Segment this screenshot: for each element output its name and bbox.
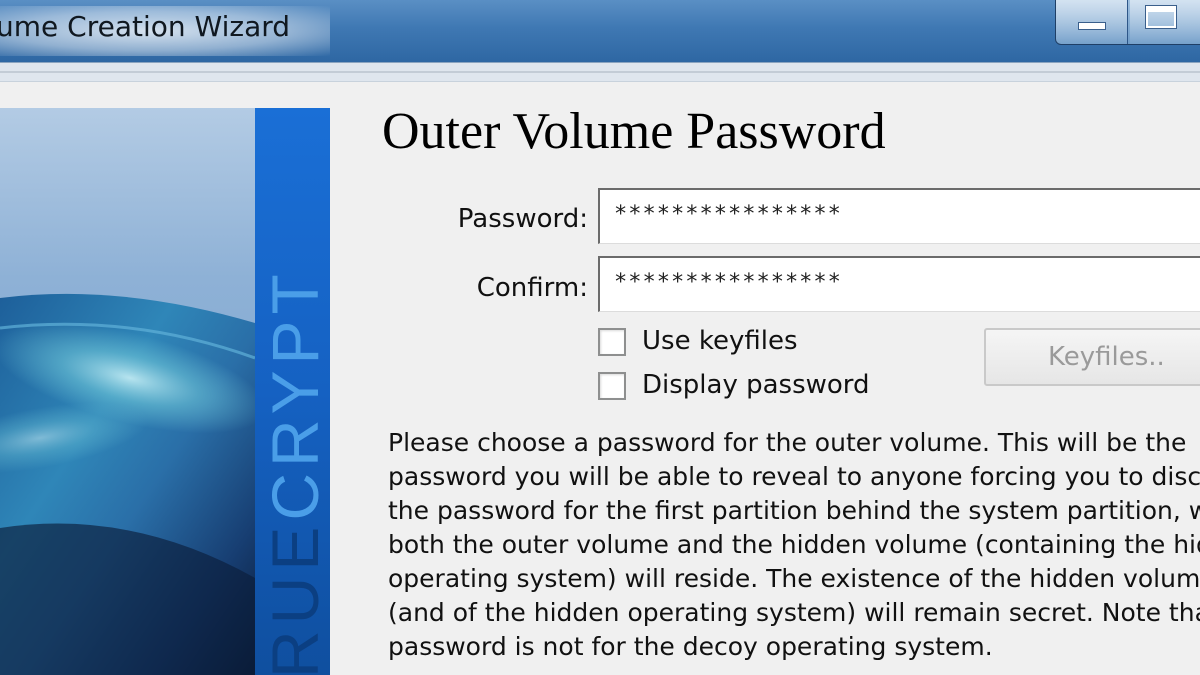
wizard-client-area: RUECRYPT Outer Volume Password Password:… xyxy=(0,82,1200,675)
description-text: Please choose a password for the outer v… xyxy=(388,426,1200,666)
description-line: (and of the hidden operating system) wil… xyxy=(388,598,1200,627)
description-line: both the outer volume and the hidden vol… xyxy=(388,530,1200,559)
minimize-icon xyxy=(1078,22,1106,30)
description-line: password is not for the decoy operating … xyxy=(388,632,993,661)
logo-text-dark: RUE xyxy=(258,520,330,675)
truecrypt-logo-text: RUECRYPT xyxy=(258,268,330,675)
keyfiles-button-label: Keyfiles.. xyxy=(1048,342,1165,372)
wizard-banner: RUECRYPT xyxy=(0,108,330,675)
banner-disc-image xyxy=(0,108,255,675)
page-title: Outer Volume Password xyxy=(382,103,886,160)
window-frame xyxy=(0,62,1200,82)
title-bar: ume Creation Wizard xyxy=(0,0,1200,62)
password-input[interactable]: **************** xyxy=(598,188,1200,244)
password-value: **************** xyxy=(614,202,842,227)
confirm-input[interactable]: **************** xyxy=(598,256,1200,312)
keyfiles-button[interactable]: Keyfiles.. xyxy=(984,328,1200,386)
description-line: operating system) will reside. The exist… xyxy=(388,564,1200,593)
minimize-button[interactable] xyxy=(1056,0,1128,44)
window-controls xyxy=(1055,0,1200,45)
maximize-button[interactable] xyxy=(1130,0,1200,44)
use-keyfiles-label: Use keyfiles xyxy=(642,326,798,356)
description-line: password you will be able to reveal to a… xyxy=(388,462,1200,491)
frame-divider xyxy=(0,71,1200,73)
description-line: the password for the first partition beh… xyxy=(388,496,1200,525)
description-line: Please choose a password for the outer v… xyxy=(388,428,1187,457)
maximize-icon xyxy=(1146,6,1176,28)
display-password-checkbox[interactable] xyxy=(598,372,626,400)
confirm-label: Confirm: xyxy=(476,273,588,303)
confirm-value: **************** xyxy=(614,270,842,295)
display-password-label: Display password xyxy=(642,370,870,400)
password-label: Password: xyxy=(457,204,588,234)
use-keyfiles-checkbox[interactable] xyxy=(598,328,626,356)
window-title: ume Creation Wizard xyxy=(0,10,291,43)
logo-text-light: CRYPT xyxy=(258,268,330,521)
